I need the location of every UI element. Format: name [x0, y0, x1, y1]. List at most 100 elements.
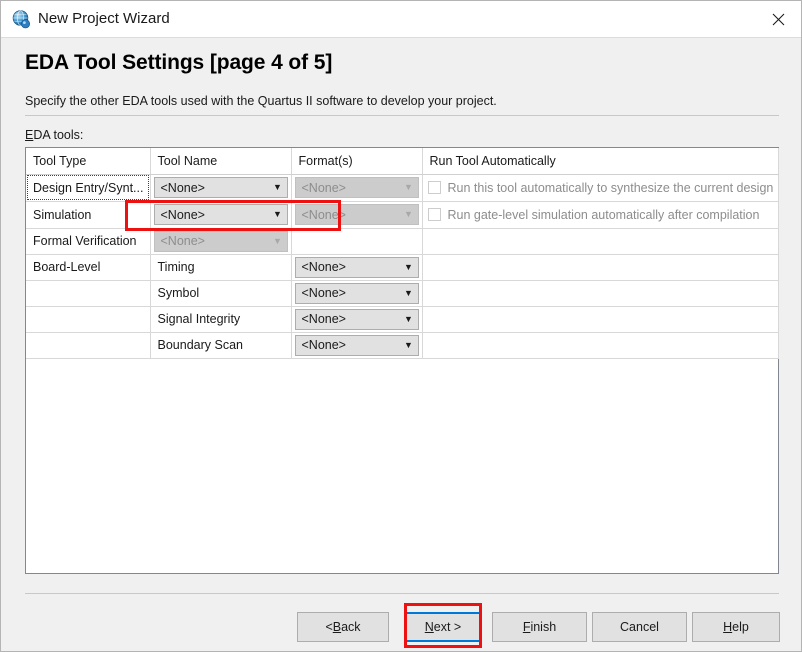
- finish-button-accel: F: [522, 620, 531, 634]
- table-row[interactable]: Simulation <None> ▼ <None> ▼ Run gate-level s…: [26, 201, 779, 229]
- formats-dropdown-0-value: <None>: [301, 180, 346, 195]
- chevron-down-icon: ▼: [273, 182, 282, 192]
- cell-tool-type-5[interactable]: [26, 306, 151, 333]
- cell-formats-2[interactable]: [291, 228, 423, 255]
- chevron-down-icon: ▼: [404, 313, 413, 324]
- chevron-down-icon: ▼: [404, 339, 413, 350]
- column-header-tool-type[interactable]: Tool Type: [26, 148, 151, 175]
- back-button-suffix: ack: [341, 620, 361, 634]
- cell-formats-3[interactable]: <None> ▼: [291, 254, 423, 281]
- chevron-down-icon: ▼: [273, 209, 282, 219]
- back-button[interactable]: < Back: [297, 612, 389, 642]
- cell-run-tool-2: [422, 228, 779, 255]
- cell-run-tool-5: [422, 306, 779, 333]
- run-tool-checkbox-row-1[interactable]: Run gate-level simulation automatically …: [423, 202, 778, 228]
- cell-tool-name-1[interactable]: <None> ▼: [150, 201, 292, 229]
- table-row[interactable]: Design Entry/Synt... <None> ▼ <None> ▼ Run th…: [26, 174, 779, 202]
- header-divider: [25, 115, 779, 116]
- table-header-row: Tool Type Tool Name Format(s) Run Tool A…: [26, 148, 779, 175]
- cell-run-tool-6: [422, 332, 779, 359]
- cell-formats-0[interactable]: <None> ▼: [291, 174, 423, 202]
- cell-tool-name-3[interactable]: Timing: [150, 254, 292, 281]
- tool-name-dropdown-2: <None> ▼: [153, 230, 288, 252]
- chevron-down-icon: ▼: [404, 287, 413, 298]
- table-body: Design Entry/Synt... <None> ▼ <None> ▼ Run th…: [26, 174, 779, 359]
- checkbox-icon[interactable]: [427, 181, 441, 194]
- run-tool-checkbox-row-0[interactable]: Run this tool automatically to synthesiz…: [423, 175, 778, 201]
- finish-button-suffix: inish: [530, 620, 557, 634]
- tool-name-dropdown-0-value: <None>: [160, 180, 205, 195]
- cell-formats-5[interactable]: <None> ▼: [291, 306, 423, 333]
- cell-tool-name-5[interactable]: Signal Integrity: [150, 306, 292, 333]
- next-button[interactable]: Next >: [405, 612, 481, 642]
- checkbox-icon[interactable]: [427, 208, 441, 221]
- help-button-suffix: elp: [732, 620, 749, 634]
- table-row[interactable]: Symbol <None> ▼: [26, 280, 779, 307]
- quartus-globe-icon: [12, 10, 31, 29]
- window-title: New Project Wizard: [38, 10, 170, 27]
- cell-tool-type-6[interactable]: [26, 332, 151, 359]
- next-button-accel: N: [424, 620, 434, 634]
- cancel-button[interactable]: Cancel: [592, 612, 687, 642]
- cell-run-tool-0[interactable]: Run this tool automatically to synthesiz…: [422, 174, 779, 202]
- back-button-accel: B: [332, 620, 342, 634]
- cell-run-tool-3: [422, 254, 779, 281]
- eda-tools-table: Tool Type Tool Name Format(s) Run Tool A…: [26, 148, 779, 359]
- table-row[interactable]: Formal Verification <None> ▼: [26, 228, 779, 255]
- help-button[interactable]: Help: [692, 612, 780, 642]
- eda-tools-label: EDA tools:: [25, 128, 83, 142]
- cell-tool-type-4[interactable]: [26, 280, 151, 307]
- formats-dropdown-3-value: <None>: [301, 260, 346, 274]
- footer-divider: [25, 593, 779, 594]
- chevron-down-icon: ▼: [404, 261, 413, 272]
- column-header-run-tool-automatically[interactable]: Run Tool Automatically: [422, 148, 779, 175]
- run-tool-checkbox-label-1: Run gate-level simulation automatically …: [447, 207, 760, 222]
- formats-dropdown-3[interactable]: <None> ▼: [294, 256, 419, 278]
- table-row[interactable]: Boundary Scan <None> ▼: [26, 332, 779, 359]
- new-project-wizard-dialog: New Project Wizard EDA Tool Settings [pa…: [0, 0, 802, 652]
- formats-dropdown-5-value: <None>: [301, 312, 346, 326]
- cell-tool-type-3[interactable]: Board-Level: [26, 254, 151, 281]
- run-tool-checkbox-label-0: Run this tool automatically to synthesiz…: [447, 180, 774, 195]
- formats-dropdown-0: <None> ▼: [294, 177, 419, 198]
- help-button-accel: H: [723, 620, 733, 634]
- cell-tool-name-2[interactable]: <None> ▼: [150, 228, 292, 255]
- cell-tool-name-0[interactable]: <None> ▼: [150, 174, 292, 202]
- cell-tool-name-6[interactable]: Boundary Scan: [150, 332, 292, 359]
- column-header-formats[interactable]: Format(s): [291, 148, 423, 175]
- page-subtitle: Specify the other EDA tools used with th…: [25, 94, 497, 108]
- cell-formats-6[interactable]: <None> ▼: [291, 332, 423, 359]
- cell-tool-type-0[interactable]: Design Entry/Synt...: [26, 174, 151, 202]
- cell-tool-name-4[interactable]: Symbol: [150, 280, 292, 307]
- formats-dropdown-6-value: <None>: [301, 338, 346, 352]
- next-button-suffix: ext >: [433, 620, 462, 634]
- tool-name-dropdown-2-value: <None>: [160, 234, 205, 248]
- cell-tool-type-2[interactable]: Formal Verification: [26, 228, 151, 255]
- cell-formats-4[interactable]: <None> ▼: [291, 280, 423, 307]
- cell-run-tool-4: [422, 280, 779, 307]
- tool-name-dropdown-1[interactable]: <None> ▼: [153, 204, 288, 225]
- formats-dropdown-6[interactable]: <None> ▼: [294, 334, 419, 356]
- table-row[interactable]: Board-Level Timing <None> ▼: [26, 254, 779, 281]
- eda-tools-panel: Tool Type Tool Name Format(s) Run Tool A…: [25, 147, 779, 574]
- back-button-prefix: <: [325, 620, 333, 634]
- formats-dropdown-1: <None> ▼: [294, 204, 419, 225]
- formats-dropdown-5[interactable]: <None> ▼: [294, 308, 419, 330]
- chevron-down-icon: ▼: [404, 209, 413, 219]
- cell-formats-1[interactable]: <None> ▼: [291, 201, 423, 229]
- cell-tool-type-1[interactable]: Simulation: [26, 201, 151, 229]
- column-header-tool-name[interactable]: Tool Name: [150, 148, 292, 175]
- page-title: EDA Tool Settings [page 4 of 5]: [25, 51, 333, 74]
- table-row[interactable]: Signal Integrity <None> ▼: [26, 306, 779, 333]
- cell-run-tool-1[interactable]: Run gate-level simulation automatically …: [422, 201, 779, 229]
- close-icon[interactable]: [755, 1, 801, 37]
- tool-name-dropdown-1-value: <None>: [160, 207, 205, 222]
- chevron-down-icon: ▼: [273, 235, 282, 246]
- finish-button[interactable]: Finish: [492, 612, 587, 642]
- eda-tools-label-rest: DA tools:: [33, 128, 84, 142]
- formats-dropdown-4[interactable]: <None> ▼: [294, 282, 419, 304]
- formats-dropdown-4-value: <None>: [301, 286, 346, 300]
- tool-name-dropdown-0[interactable]: <None> ▼: [153, 177, 288, 198]
- chevron-down-icon: ▼: [404, 182, 413, 192]
- window-titlebar: New Project Wizard: [1, 1, 801, 38]
